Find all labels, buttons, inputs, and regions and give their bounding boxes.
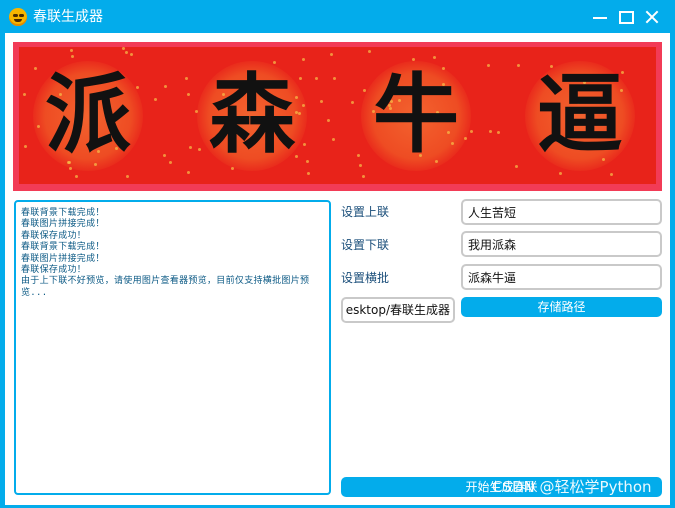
gold-speckle — [333, 77, 336, 80]
window-client-area: 派 森 牛 逼 春联背景下载完成！ 春联图片拼接完成！ 春联保存成功！ 春联背景… — [5, 33, 670, 505]
gold-speckle — [164, 85, 167, 88]
gold-speckle — [362, 175, 365, 178]
couplet-preview-banner: 派 森 牛 逼 — [13, 42, 662, 191]
app-window: 春联生成器 派 森 牛 逼 春联背景下载完成！ 春联图片拼接完成！ 春联保存成功 — [0, 0, 675, 508]
lower-couplet-input[interactable] — [461, 231, 662, 257]
log-textarea[interactable]: 春联背景下载完成！ 春联图片拼接完成！ 春联保存成功！ 春联背景下载完成！ 春联… — [14, 200, 331, 495]
gold-speckle — [125, 51, 128, 54]
gold-speckle — [231, 167, 234, 170]
log-line: 春联背景下载完成！ — [21, 208, 105, 218]
gold-speckle — [70, 49, 73, 52]
gold-speckle — [302, 58, 305, 61]
gold-speckle — [515, 165, 518, 168]
log-line: 春联保存成功！ — [21, 230, 87, 241]
gold-speckle — [610, 173, 613, 176]
upper-couplet-input[interactable] — [461, 199, 662, 225]
gold-speckle — [307, 172, 310, 175]
gold-speckle — [412, 58, 415, 61]
lower-couplet-label: 设置下联 — [341, 238, 390, 252]
horizontal-scroll-input[interactable] — [461, 264, 662, 290]
csdn-watermark: CSDN @轻松学Python — [492, 478, 652, 496]
minimize-icon[interactable] — [591, 8, 609, 26]
gold-speckle — [169, 161, 172, 164]
gold-speckle — [497, 131, 500, 134]
banner-char-1: 派 — [45, 64, 131, 165]
log-text: 春联背景下载完成！ 春联图片拼接完成！ 春联保存成功！ 春联背景下载完成！ 春联… — [21, 208, 326, 299]
log-line: 春联图片拼接完成！ — [21, 219, 105, 230]
gold-speckle — [75, 175, 78, 178]
gold-speckle — [332, 138, 335, 141]
gold-speckle — [487, 64, 490, 67]
gold-speckle — [154, 98, 157, 101]
title-bar[interactable]: 春联生成器 — [0, 0, 675, 33]
gold-speckle — [126, 175, 129, 178]
gold-speckle — [327, 119, 330, 122]
gold-speckle — [122, 47, 125, 50]
gold-speckle — [130, 53, 133, 56]
gold-speckle — [163, 154, 166, 157]
log-line: 春联图片拼接完成！ — [21, 253, 105, 264]
maximize-icon[interactable] — [617, 8, 635, 26]
smiley-app-icon — [9, 8, 27, 26]
banner-char-4: 逼 — [537, 64, 623, 165]
horizontal-scroll-label: 设置横批 — [341, 271, 390, 285]
gold-speckle — [489, 130, 492, 133]
save-path-value: esktop/春联生成器 — [345, 303, 450, 317]
banner-char-2: 森 — [209, 64, 295, 165]
window-title: 春联生成器 — [33, 9, 103, 25]
save-path-button[interactable]: 存储路径 — [461, 297, 662, 317]
banner-char-3: 牛 — [373, 64, 459, 165]
gold-speckle — [71, 55, 74, 58]
gold-speckle — [320, 100, 323, 103]
gold-speckle — [330, 53, 333, 56]
log-line: 春联保存成功！ — [21, 265, 87, 276]
log-line: 春联背景下载完成！ — [21, 242, 105, 253]
upper-couplet-label: 设置上联 — [341, 205, 390, 219]
save-path-field[interactable]: esktop/春联生成器 — [341, 297, 455, 323]
gold-speckle — [69, 167, 72, 170]
gold-speckle — [368, 50, 371, 53]
log-line: 由于上下联不好预览，请使用图片查看器预览，目前仅支持横批图片预览... — [21, 276, 310, 298]
gold-speckle — [433, 56, 436, 59]
close-icon[interactable] — [643, 8, 661, 26]
gold-speckle — [559, 172, 562, 175]
gold-speckle — [187, 171, 190, 174]
couplet-preview-image: 派 森 牛 逼 — [19, 47, 656, 184]
